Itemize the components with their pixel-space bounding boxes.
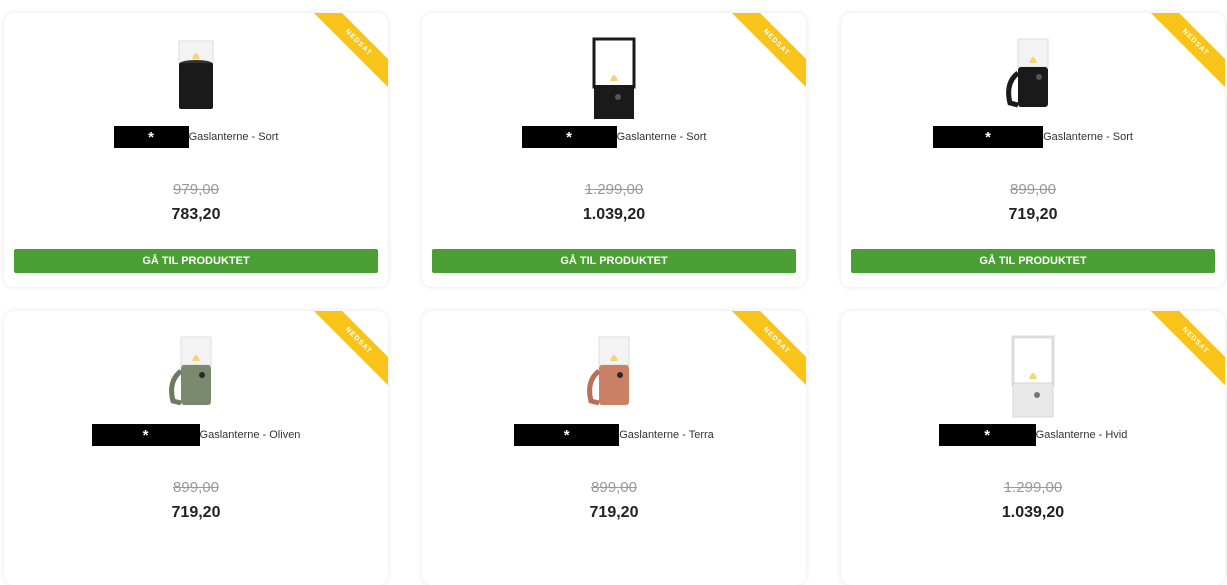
redacted-brand: * [113,126,189,148]
lantern-body [1012,382,1054,418]
lantern-body [594,85,634,119]
product-card[interactable]: NEDSAT * Gaslanterne - Terra 899,00 719,… [422,311,806,585]
old-price: 1.299,00 [1003,479,1063,496]
product-image[interactable] [574,331,654,421]
sale-ribbon: NEDSAT [726,13,806,93]
product-image[interactable] [156,33,236,123]
lantern-body [599,365,629,405]
sale-ribbon: NEDSAT [308,311,388,391]
product-image[interactable] [993,33,1073,123]
lantern-body [181,365,211,405]
old-price: 899,00 [1010,181,1056,198]
product-card[interactable]: NEDSAT * Gaslanterne - Sort 979,00 783,2… [4,13,388,287]
product-card[interactable]: NEDSAT * Gaslanterne - Hvid 1.299,00 1.0… [841,311,1225,585]
sale-price: 783,20 [171,206,221,223]
product-title[interactable]: Gaslanterne - Sort [189,131,279,143]
product-title[interactable]: Gaslanterne - Sort [1043,131,1133,143]
go-to-product-button[interactable]: GÅ TIL PRODUKTET [432,249,796,273]
redacted-brand: * [938,424,1036,446]
product-title[interactable]: Gaslanterne - Hvid [1036,429,1128,441]
old-price: 1.299,00 [584,181,644,198]
redacted-brand: * [521,126,617,148]
sale-ribbon: NEDSAT [1145,311,1225,391]
product-title[interactable]: Gaslanterne - Oliven [200,429,301,441]
sale-ribbon: NEDSAT [1145,13,1225,93]
redacted-brand: * [514,424,620,446]
sale-ribbon: NEDSAT [308,13,388,93]
old-price: 899,00 [173,479,219,496]
product-card[interactable]: NEDSAT * Gaslanterne - Oliven 899,00 719… [4,311,388,585]
old-price: 899,00 [591,479,637,496]
sale-ribbon: NEDSAT [726,311,806,391]
product-image[interactable] [574,33,654,123]
go-to-product-button[interactable]: GÅ TIL PRODUKTET [14,249,378,273]
lantern-body [179,63,213,109]
product-title[interactable]: Gaslanterne - Sort [617,131,707,143]
product-title[interactable]: Gaslanterne - Terra [619,429,714,441]
product-image[interactable] [993,331,1073,421]
redacted-brand: * [91,424,200,446]
sale-price: 719,20 [171,504,221,521]
product-card[interactable]: NEDSAT * Gaslanterne - Sort 899,00 719,2… [841,13,1225,287]
lantern-body [1018,67,1048,107]
redacted-brand: * [933,126,1044,148]
go-to-product-button[interactable]: GÅ TIL PRODUKTET [851,249,1215,273]
sale-price: 719,20 [1008,206,1058,223]
sale-price: 719,20 [589,504,639,521]
sale-price: 1.039,20 [1001,504,1065,521]
old-price: 979,00 [173,181,219,198]
sale-price: 1.039,20 [582,206,646,223]
product-image[interactable] [156,331,236,421]
product-card[interactable]: NEDSAT * Gaslanterne - Sort 1.299,00 1.0… [422,13,806,287]
